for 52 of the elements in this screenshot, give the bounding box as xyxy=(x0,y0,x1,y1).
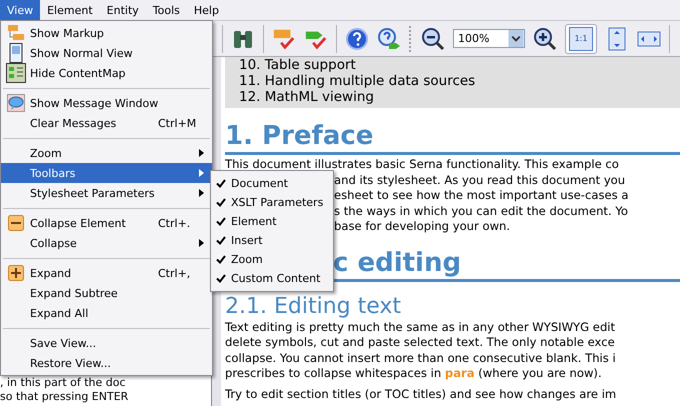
subsection-heading: 2.1. Editing text xyxy=(225,294,402,320)
actual-size-button[interactable]: 1:1 xyxy=(565,24,597,54)
menu-item[interactable]: Expand Ctrl+, xyxy=(1,263,212,283)
menu-item[interactable]: Clear Messages Ctrl+M xyxy=(1,113,212,133)
menu-item[interactable]: Collapse Element Ctrl+. xyxy=(1,213,212,233)
markup-icon xyxy=(6,24,24,42)
menu-item[interactable]: Expand All xyxy=(1,303,212,323)
content-map-text: so that pressing ENTER xyxy=(0,390,130,404)
paragraph-line: prescribes to collapse whitespaces in para (where you are now). xyxy=(225,366,603,382)
paragraph-line: Try to edit section titles (or TOC titles) and see how changes are im xyxy=(225,386,618,402)
paragraph-line: s the ways in which you can edit the document. Yo xyxy=(334,204,629,219)
menu-item[interactable]: Stylesheet Parameters xyxy=(1,183,212,203)
content-map-icon xyxy=(6,63,26,83)
menu-item[interactable]: Zoom xyxy=(1,143,212,163)
zoom-out-icon[interactable] xyxy=(421,26,445,50)
help-arrow-icon[interactable] xyxy=(377,26,401,50)
collapse-icon xyxy=(8,215,24,231)
speech-bubble-icon xyxy=(6,94,24,112)
menu-item[interactable]: Show Normal View xyxy=(1,43,212,63)
section-heading: 1. Preface xyxy=(225,120,680,155)
menu-item[interactable]: Show Markup xyxy=(1,23,212,43)
menu-item[interactable]: Restore View... xyxy=(1,353,212,373)
help-icon[interactable] xyxy=(345,26,369,50)
toc-entry[interactable]: 11. Handling multiple data sources xyxy=(239,73,680,89)
paragraph-line: This document illustrates basic Serna functionality. This example co xyxy=(225,157,620,172)
menu-item[interactable]: Hide ContentMap xyxy=(1,63,212,83)
paragraph-line: delete symbols, cut and paste selected text. The only notable exce xyxy=(225,335,616,350)
expand-icon xyxy=(8,265,24,281)
content-map-text: , in this part of the doc xyxy=(0,376,127,390)
menubar-item[interactable]: Tools xyxy=(146,0,187,20)
paragraph-line: Text editing is pretty much the same as in any other WYSIWYG edit xyxy=(225,320,616,335)
toc-entry[interactable]: 12. MathML viewing xyxy=(239,89,680,105)
menubar-item[interactable]: View xyxy=(0,0,40,20)
menu-item[interactable]: Save View... xyxy=(1,333,212,353)
page-view-icon xyxy=(6,43,24,63)
menu-item[interactable]: Document xyxy=(211,174,333,193)
paragraph-line: collapse. You cannot insert more than one consecutive blank. This i xyxy=(225,350,617,366)
menu-item[interactable]: Toolbars xyxy=(1,163,212,183)
menubar-item[interactable]: Entity xyxy=(100,0,146,20)
zoom-dropdown[interactable]: 100% xyxy=(453,29,525,48)
paragraph-line: esheet to see how the most important use-cases a xyxy=(334,188,630,204)
menubar-item[interactable]: Element xyxy=(40,0,100,20)
menu-item[interactable]: XSLT Parameters xyxy=(211,193,333,212)
menu-item[interactable]: Show Message Window xyxy=(1,93,212,113)
paragraph-line: base for developing your own. xyxy=(334,219,512,234)
menubar-item[interactable]: Help xyxy=(186,0,226,20)
toc-entry[interactable]: 10. Table support xyxy=(239,57,680,73)
paragraph-line: and its stylesheet. As you read this document you xyxy=(334,172,626,188)
menu-item[interactable]: Element xyxy=(211,212,333,231)
zoom-in-icon[interactable] xyxy=(533,26,557,50)
menu-item[interactable]: Expand Subtree xyxy=(1,283,212,303)
menu-item[interactable]: Collapse xyxy=(1,233,212,253)
